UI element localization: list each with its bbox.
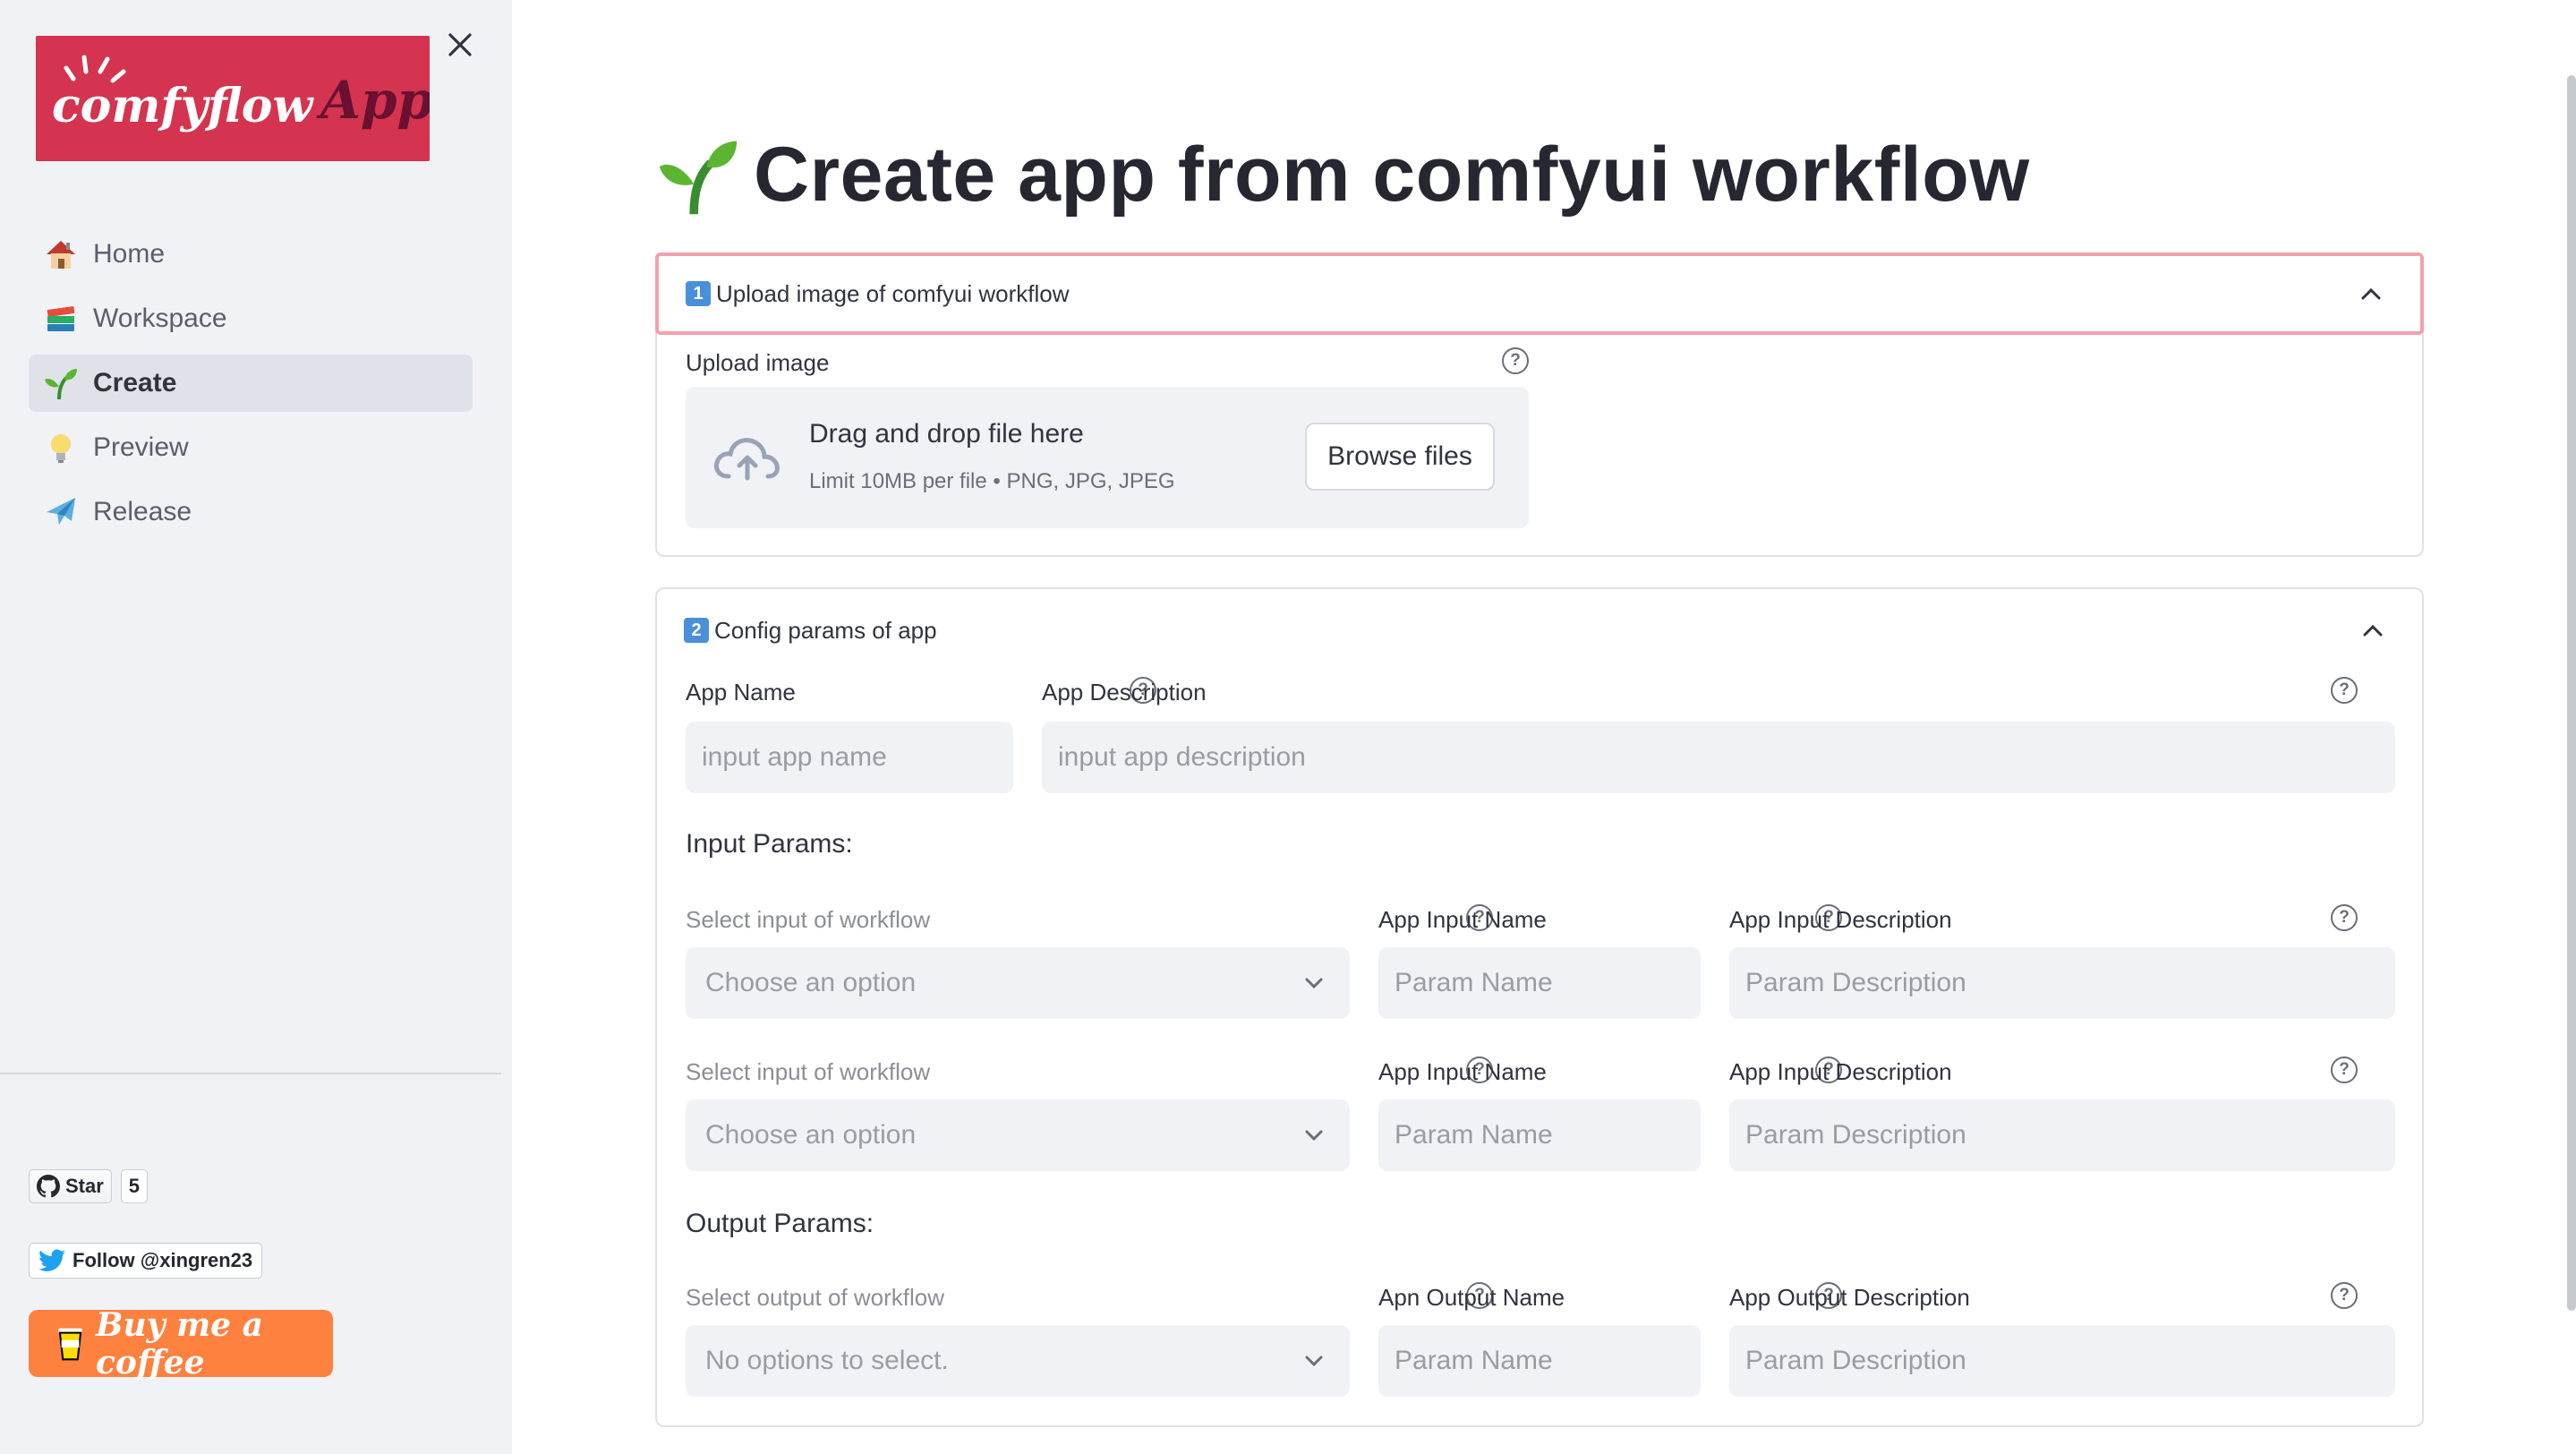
- sidebar-divider: [0, 1073, 501, 1074]
- select-value: Choose an option: [705, 1120, 917, 1150]
- sidebar-item-label: Release: [93, 497, 192, 526]
- select-output-label: Select output of workflow: [686, 1284, 945, 1311]
- browse-files-button[interactable]: Browse files: [1305, 423, 1495, 491]
- github-star-count[interactable]: 5: [120, 1169, 149, 1203]
- select-input-label: Select input of workflow: [686, 906, 931, 933]
- app-output-description-field[interactable]: Param Description: [1729, 1325, 2395, 1397]
- dropzone-instruction: Drag and drop file here: [809, 419, 1084, 449]
- sidebar-item-label: Preview: [93, 432, 189, 462]
- select-output-dropdown[interactable]: No options to select.: [686, 1325, 1350, 1397]
- sidebar-item-workspace[interactable]: Workspace: [29, 290, 473, 347]
- app-name-input[interactable]: input app name: [686, 722, 1013, 793]
- cloud-upload-icon: [714, 438, 780, 481]
- books-icon: [41, 299, 81, 338]
- house-icon: [41, 235, 81, 274]
- help-icon[interactable]: ?: [2331, 1056, 2358, 1083]
- sidebar-item-label: Create: [93, 368, 177, 398]
- logo-graphic: comfyflow App: [36, 36, 430, 161]
- app-description-label: App Description: [1042, 679, 1207, 706]
- page-title: Create app from comfyui workflow: [655, 131, 2030, 219]
- sidebar-item-release[interactable]: Release: [29, 483, 473, 541]
- app-name-label: App Name: [686, 679, 796, 706]
- airplane-icon: [41, 492, 81, 532]
- seedling-icon: [659, 141, 738, 214]
- config-expander-header[interactable]: 2 Config params of app: [657, 589, 2422, 671]
- help-icon[interactable]: ?: [2331, 677, 2358, 704]
- buy-me-a-coffee-button[interactable]: Buy me a coffee: [29, 1306, 333, 1381]
- github-star-button[interactable]: Star: [29, 1169, 112, 1203]
- select-input-dropdown[interactable]: Choose an option: [686, 947, 1350, 1019]
- app-output-description-label: App Output Description: [1729, 1284, 1970, 1311]
- number-two-badge: 2: [684, 618, 709, 643]
- app-input-name-label: App Input Name: [1378, 906, 1547, 933]
- seedling-icon: [41, 364, 81, 403]
- twitter-icon: [38, 1249, 65, 1271]
- app-input-name-label: App Input Name: [1378, 1058, 1547, 1085]
- scrollbar[interactable]: [2567, 75, 2576, 1311]
- sidebar-item-home[interactable]: Home: [29, 226, 473, 283]
- sidebar: comfyflow App Home Workspace Create Prev…: [0, 0, 512, 1454]
- upload-image-expander: 1 Upload image of comfyui workflow Uploa…: [655, 252, 2424, 557]
- sidebar-item-create[interactable]: Create: [29, 355, 473, 412]
- app-input-description-label: App Input Description: [1729, 906, 1952, 933]
- chevron-down-icon: [1305, 978, 1323, 989]
- app-description-input[interactable]: input app description: [1042, 722, 2395, 793]
- select-input-dropdown[interactable]: Choose an option: [686, 1099, 1350, 1171]
- app-input-name-field[interactable]: Param Name: [1378, 947, 1701, 1019]
- select-value: Choose an option: [705, 968, 917, 997]
- close-icon: [448, 33, 472, 56]
- lightbulb-icon: [41, 428, 81, 467]
- file-dropzone[interactable]: Drag and drop file here Limit 10MB per f…: [686, 387, 1529, 528]
- page-title-text: Create app from comfyui workflow: [754, 132, 2030, 218]
- dropzone-limit: Limit 10MB per file • PNG, JPG, JPEG: [809, 469, 1175, 493]
- sidebar-nav: Home Workspace Create Preview Release: [29, 226, 473, 548]
- svg-text:App: App: [316, 70, 430, 131]
- sidebar-item-label: Home: [93, 239, 166, 269]
- number-one-badge: 1: [686, 281, 711, 306]
- app-input-name-field[interactable]: Param Name: [1378, 1099, 1701, 1171]
- chevron-down-icon: [1305, 1356, 1323, 1367]
- coffee-cup-icon: [58, 1328, 82, 1360]
- twitter-follow-label: Follow @xingren23: [73, 1249, 253, 1271]
- output-params-heading: Output Params:: [686, 1209, 874, 1238]
- chevron-up-icon[interactable]: [2358, 280, 2384, 307]
- close-sidebar-button[interactable]: [439, 23, 482, 66]
- main-content: Create app from comfyui workflow 1 Uploa…: [512, 0, 2576, 1454]
- input-params-heading: Input Params:: [686, 829, 853, 859]
- help-icon[interactable]: ?: [2331, 1282, 2358, 1309]
- chevron-up-icon[interactable]: [2359, 617, 2386, 644]
- app-input-description-label: App Input Description: [1729, 1058, 1952, 1085]
- upload-image-label: Upload image: [686, 349, 830, 376]
- help-icon[interactable]: ?: [1502, 347, 1529, 374]
- app-output-name-field[interactable]: Param Name: [1378, 1325, 1701, 1397]
- upload-expander-title: Upload image of comfyui workflow: [716, 279, 1070, 307]
- chevron-down-icon: [1305, 1130, 1323, 1142]
- help-icon[interactable]: ?: [2331, 904, 2358, 931]
- select-value: No options to select.: [705, 1346, 949, 1375]
- app-input-description-field[interactable]: Param Description: [1729, 947, 2395, 1019]
- github-star-widget: Star 5: [29, 1169, 149, 1203]
- app-input-description-field[interactable]: Param Description: [1729, 1099, 2395, 1171]
- config-params-expander: 2 Config params of app App Name ? App De…: [655, 587, 2424, 1427]
- coffee-label: Buy me a coffee: [96, 1305, 263, 1381]
- svg-text:comfyflow: comfyflow: [52, 79, 314, 133]
- github-icon: [37, 1175, 60, 1198]
- sidebar-item-label: Workspace: [93, 304, 227, 333]
- sidebar-item-preview[interactable]: Preview: [29, 419, 473, 476]
- upload-expander-header[interactable]: 1 Upload image of comfyui workflow: [655, 252, 2424, 335]
- select-input-label: Select input of workflow: [686, 1058, 931, 1085]
- comfyflow-logo: comfyflow App: [36, 36, 430, 161]
- twitter-follow-button[interactable]: Follow @xingren23: [29, 1243, 263, 1279]
- github-star-label: Star: [65, 1175, 104, 1197]
- config-expander-title: Config params of app: [714, 616, 937, 644]
- app-output-name-label: Apn Output Name: [1378, 1284, 1565, 1311]
